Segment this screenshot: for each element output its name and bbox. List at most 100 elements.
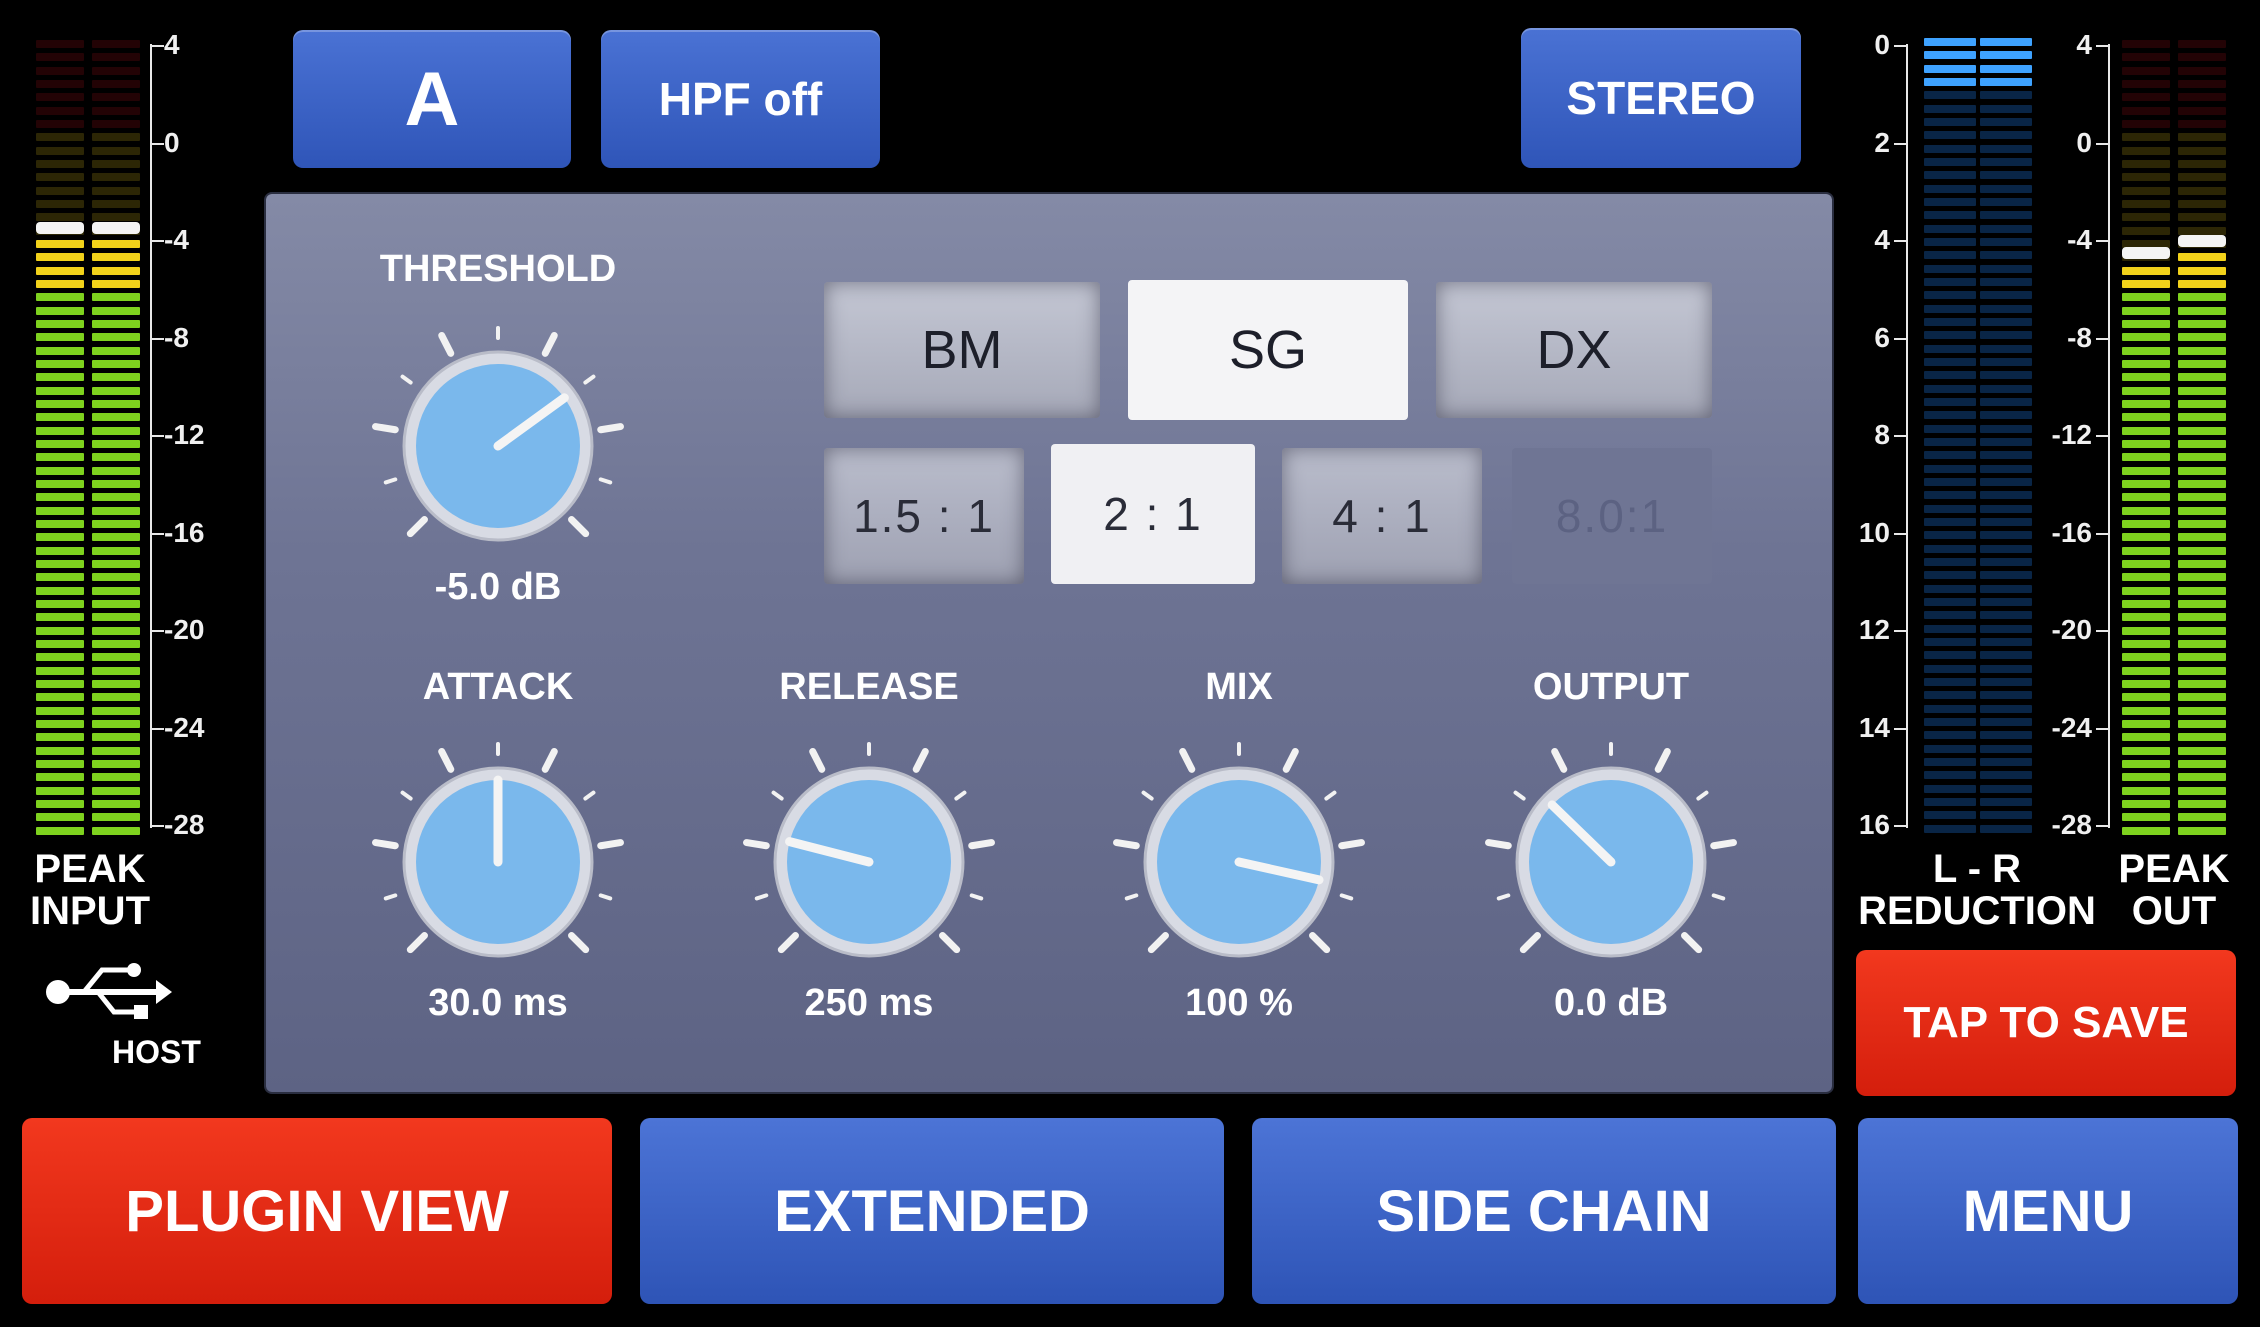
channel-a-button[interactable]: A bbox=[293, 30, 571, 168]
reduction-right-segment bbox=[1980, 491, 2032, 500]
input-right-segment bbox=[92, 480, 140, 488]
output-right-segment bbox=[2178, 400, 2226, 408]
input_meter-scale-label: -20 bbox=[164, 614, 205, 645]
release-knob-tick bbox=[743, 839, 770, 850]
output-right-segment bbox=[2178, 93, 2226, 102]
stereo-button[interactable]: STEREO bbox=[1521, 28, 1801, 168]
output-right-segment bbox=[2178, 213, 2226, 222]
output-left-segment bbox=[2122, 320, 2170, 328]
release-knob-tick bbox=[754, 893, 769, 901]
input_meter-scale-label: -16 bbox=[164, 516, 205, 548]
output-left-segment bbox=[2122, 200, 2170, 208]
attack-knob[interactable] bbox=[368, 732, 628, 992]
output-right-segment bbox=[2178, 613, 2226, 622]
input-right-segment bbox=[92, 760, 140, 768]
reduction-meter-left-bar bbox=[1924, 38, 1976, 838]
reduction-left-segment bbox=[1924, 171, 1976, 180]
output-right-segment bbox=[2178, 760, 2226, 768]
extended-button[interactable]: EXTENDED bbox=[640, 1118, 1224, 1304]
input-right-segment bbox=[92, 333, 140, 342]
input-right-segment bbox=[92, 640, 140, 648]
output-label: OUTPUT bbox=[1532, 666, 1690, 708]
mix-knob-tick bbox=[1147, 932, 1169, 954]
reduction-left-segment bbox=[1924, 504, 1976, 513]
output-right-segment bbox=[2178, 106, 2226, 115]
ratio-button-1-5[interactable]: 1.5 : 1 bbox=[824, 448, 1024, 584]
input-left-segment bbox=[36, 80, 84, 88]
input-right-segment bbox=[92, 600, 140, 608]
output_meter-scale-label: 4 bbox=[2076, 29, 2092, 60]
hpf-button[interactable]: HPF off bbox=[601, 30, 880, 168]
mode-button-sg[interactable]: SG bbox=[1128, 280, 1408, 420]
ratio-button-2[interactable]: 2 : 1 bbox=[1051, 444, 1255, 584]
input-left-segment bbox=[36, 240, 84, 248]
input-left-segment bbox=[36, 733, 84, 742]
output-right-segment bbox=[2178, 440, 2226, 448]
output-right-segment bbox=[2178, 413, 2226, 422]
ratio-button-8: 8.0:1 bbox=[1512, 448, 1712, 584]
mix-knob-tick bbox=[1113, 839, 1140, 850]
plugin-view-button[interactable]: PLUGIN VIEW bbox=[22, 1118, 612, 1304]
reduction-right-segment bbox=[1980, 304, 2032, 313]
input-right-segment bbox=[92, 813, 140, 822]
reduction-right-segment bbox=[1980, 611, 2032, 620]
reduction-left-segment bbox=[1924, 358, 1976, 366]
output-left-segment bbox=[2122, 266, 2170, 275]
output-right-segment bbox=[2178, 600, 2226, 608]
output-left-segment bbox=[2122, 160, 2170, 168]
output_meter-scale-label: -12 bbox=[2051, 419, 2092, 450]
reduction-right-segment bbox=[1980, 718, 2032, 726]
mode-button-bm[interactable]: BM bbox=[824, 282, 1100, 418]
reduction-right-segment bbox=[1980, 64, 2032, 73]
output-left-segment bbox=[2122, 146, 2170, 155]
ratio-1-5-label: 1.5 : 1 bbox=[853, 490, 995, 542]
output-meter-left-bar bbox=[2122, 40, 2170, 840]
output-right-segment bbox=[2178, 346, 2226, 355]
reduction-left-segment bbox=[1924, 611, 1976, 620]
input-right-segment bbox=[92, 546, 140, 555]
threshold-knob[interactable] bbox=[368, 316, 628, 576]
side-chain-button[interactable]: SIDE CHAIN bbox=[1252, 1118, 1836, 1304]
output-knob[interactable] bbox=[1481, 732, 1741, 992]
mix-knob[interactable] bbox=[1109, 732, 1369, 992]
input-left-segment bbox=[36, 493, 84, 502]
input-right-segment bbox=[92, 386, 140, 395]
input-right-segment bbox=[92, 106, 140, 115]
release-knob-tick bbox=[809, 748, 826, 773]
output-left-segment bbox=[2122, 400, 2170, 408]
input-right-segment bbox=[92, 400, 140, 408]
reduction-right-segment bbox=[1980, 598, 2032, 606]
input-left-segment bbox=[36, 666, 84, 675]
reduction_meter-scale-tick bbox=[1894, 825, 1908, 827]
output-right-segment bbox=[2178, 680, 2226, 688]
reduction-right-segment bbox=[1980, 664, 2032, 673]
output_meter-scale-label: -20 bbox=[2051, 614, 2092, 645]
reduction-right-segment bbox=[1980, 758, 2032, 766]
reduction-right-segment bbox=[1980, 531, 2032, 540]
input-left-segment bbox=[36, 453, 84, 462]
output-right-segment bbox=[2178, 786, 2226, 795]
output-right-segment bbox=[2178, 800, 2226, 808]
extended-label: EXTENDED bbox=[774, 1178, 1090, 1244]
mix-knob-tick bbox=[1324, 790, 1337, 801]
input-left-segment bbox=[36, 333, 84, 342]
output-left-segment bbox=[2122, 520, 2170, 528]
output-right-segment bbox=[2178, 173, 2226, 182]
output-left-segment bbox=[2122, 813, 2170, 822]
ratio-button-4[interactable]: 4 : 1 bbox=[1282, 448, 1482, 584]
input-left-segment bbox=[36, 813, 84, 822]
menu-button[interactable]: MENU bbox=[1858, 1118, 2238, 1304]
output-right-segment bbox=[2178, 560, 2226, 568]
reduction-left-segment bbox=[1924, 544, 1976, 553]
release-knob[interactable] bbox=[739, 732, 999, 992]
reduction-right-segment bbox=[1980, 691, 2032, 700]
tap-to-save-button[interactable]: TAP TO SAVE bbox=[1856, 950, 2236, 1096]
mode-button-dx[interactable]: DX bbox=[1436, 282, 1712, 418]
input-left-segment bbox=[36, 346, 84, 355]
input-left-segment bbox=[36, 293, 84, 302]
reduction-left-segment bbox=[1924, 624, 1976, 633]
reduction-right-segment bbox=[1980, 438, 2032, 446]
reduction-right-segment bbox=[1980, 318, 2032, 326]
input_meter-scale-label: -28 bbox=[164, 809, 205, 840]
reduction-left-segment bbox=[1924, 638, 1976, 646]
